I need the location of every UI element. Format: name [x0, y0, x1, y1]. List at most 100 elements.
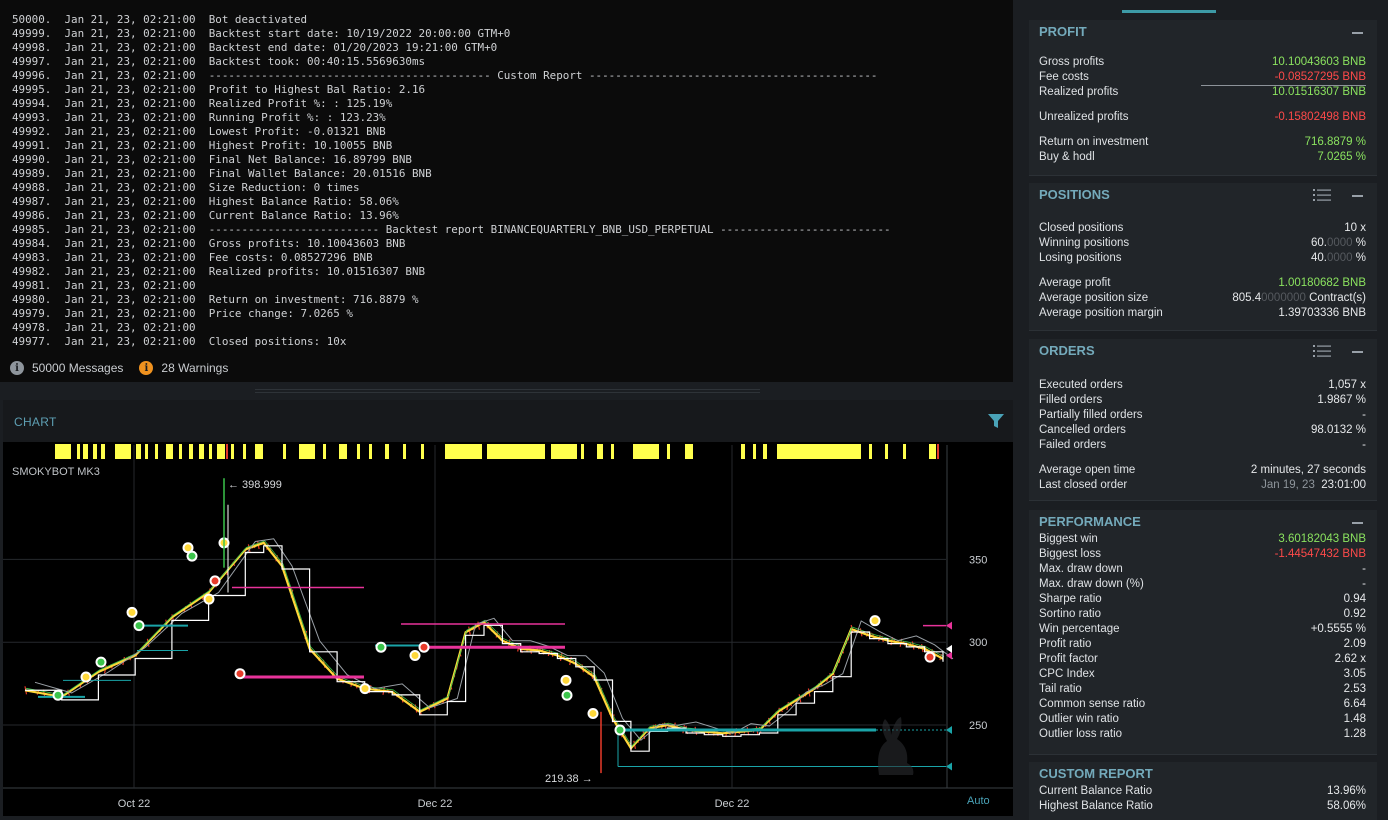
performance-label: Outlier win ratio	[1039, 713, 1119, 725]
info-icon[interactable]: i	[10, 361, 24, 375]
active-tab-indicator	[1122, 10, 1216, 13]
log-line: 49984. Jan 21, 23, 02:21:00 Gross profit…	[12, 237, 406, 250]
custom-report-title: CUSTOM REPORT	[1039, 766, 1153, 781]
performance-value: 0.94	[1343, 593, 1366, 605]
trade-marker-dot	[205, 595, 213, 603]
custom-report-label: Highest Balance Ratio	[1039, 800, 1153, 812]
positions-row: Closed positions 10 x	[1029, 221, 1377, 236]
activity-bar	[929, 444, 936, 459]
value-dim: 0000	[1326, 237, 1353, 249]
orders-header[interactable]: ORDERS	[1029, 339, 1377, 361]
profit-value: 10.01516307 BNB	[1272, 86, 1366, 98]
custom-report-section: CUSTOM REPORT Current Balance Ratio 13.96…	[1029, 762, 1377, 820]
trade-marker-dot	[188, 552, 196, 560]
log-panel: 50000. Jan 21, 23, 02:21:00 Bot deactiva…	[0, 0, 1013, 382]
performance-label: Profit factor	[1039, 653, 1098, 665]
performance-label: Biggest loss	[1039, 548, 1102, 560]
performance-label: Profit ratio	[1039, 638, 1092, 650]
collapse-icon[interactable]	[1352, 195, 1363, 197]
trade-marker-dot	[135, 622, 143, 630]
profit-row: Realized profits 10.01516307 BNB	[1029, 85, 1377, 100]
value-main: 60.	[1310, 237, 1327, 249]
performance-label: Sharpe ratio	[1039, 593, 1102, 605]
price-chart[interactable]: SMOKYBOT MK3 ← 398.999 219.38 → 350 300 250 Oc…	[3, 400, 1013, 816]
activity-bar	[369, 444, 372, 459]
activity-bar	[231, 444, 234, 459]
positions-title: POSITIONS	[1039, 187, 1110, 202]
profit-row: Return on investment 716.8879 %	[1029, 135, 1377, 150]
y-tick-label: 250	[969, 720, 987, 732]
log-line: 49986. Jan 21, 23, 02:21:00 Current Bala…	[12, 209, 399, 222]
value-main: 40.	[1310, 252, 1327, 264]
orders-label: Filled orders	[1039, 394, 1103, 406]
orders-label: Average open time	[1039, 464, 1136, 476]
activity-bar	[209, 444, 212, 459]
list-icon[interactable]	[1313, 343, 1331, 359]
trade-marker-dot	[377, 643, 385, 651]
positions-label: Average profit	[1039, 277, 1111, 289]
performance-row: Sortino ratio 0.92	[1029, 607, 1377, 622]
activity-bar	[869, 444, 872, 459]
performance-row: Profit factor 2.62 x	[1029, 652, 1377, 667]
log-line: 49991. Jan 21, 23, 02:21:00 Highest Prof…	[12, 139, 393, 152]
positions-value: 40.0000 %	[1311, 251, 1366, 266]
log-line: 49979. Jan 21, 23, 02:21:00 Price change…	[12, 307, 353, 320]
performance-value: 6.64	[1343, 698, 1366, 710]
activity-bar	[199, 444, 204, 459]
activity-bar	[445, 444, 482, 459]
activity-bar	[101, 444, 105, 459]
orders-value: 2 minutes, 27 seconds	[1250, 464, 1366, 476]
profit-row: Buy & hodl 7.0265 %	[1029, 150, 1377, 165]
log-line: 49987. Jan 21, 23, 02:21:00 Highest Bala…	[12, 195, 399, 208]
price-candles	[24, 540, 942, 751]
activity-bar	[357, 444, 360, 459]
activity-bar	[741, 444, 745, 459]
activity-bar	[166, 444, 173, 459]
activity-bar	[83, 444, 88, 459]
warning-icon[interactable]: i	[139, 361, 154, 375]
activity-bar	[55, 444, 71, 459]
panel-splitter[interactable]	[255, 389, 760, 393]
positions-header[interactable]: POSITIONS	[1029, 183, 1377, 205]
log-line: 49997. Jan 21, 23, 02:21:00 Backtest too…	[12, 55, 426, 68]
profit-row: Unrealized profits -0.15802498 BNB	[1029, 110, 1377, 125]
log-line: 49992. Jan 21, 23, 02:21:00 Lowest Profi…	[12, 125, 386, 138]
messages-count[interactable]: 50000 Messages	[32, 361, 123, 375]
orders-row: Executed orders 1,057 x	[1029, 378, 1377, 393]
performance-row: Max. draw down -	[1029, 562, 1377, 577]
list-icon[interactable]	[1313, 187, 1331, 203]
collapse-icon[interactable]	[1352, 522, 1363, 524]
performance-label: Common sense ratio	[1039, 698, 1146, 710]
log-line: 49995. Jan 21, 23, 02:21:00 Profit to Hi…	[12, 83, 426, 96]
profit-row: Fee costs -0.08527295 BNB	[1029, 70, 1377, 85]
positions-label: Average position size	[1039, 292, 1149, 304]
performance-value: -	[1362, 578, 1366, 590]
trade-marker-dot	[54, 691, 62, 699]
y-tick-label: 350	[969, 554, 987, 566]
activity-bar	[323, 444, 326, 459]
performance-row: Max. draw down (%) -	[1029, 577, 1377, 592]
orders-row: Cancelled orders 98.0132 %	[1029, 423, 1377, 438]
log-line: 49977. Jan 21, 23, 02:21:00 Closed posit…	[12, 335, 347, 348]
activity-bar	[581, 444, 584, 459]
performance-label: Biggest win	[1039, 533, 1098, 545]
performance-header[interactable]: PERFORMANCE	[1029, 510, 1377, 532]
orders-label: Partially filled orders	[1039, 409, 1143, 421]
activity-bar	[243, 444, 246, 459]
activity-bar	[283, 444, 286, 459]
warnings-count[interactable]: 28 Warnings	[161, 361, 228, 375]
collapse-icon[interactable]	[1352, 32, 1363, 34]
custom-report-header[interactable]: CUSTOM REPORT	[1029, 762, 1377, 784]
x-tick-label: Dec 22	[418, 798, 453, 810]
activity-bar	[885, 444, 888, 459]
performance-section: PERFORMANCE Biggest win 3.60182043 BNB Big…	[1029, 510, 1377, 755]
performance-row: Tail ratio 2.53	[1029, 682, 1377, 697]
activity-bar	[299, 444, 315, 459]
chart-panel: CHART SMOKYBOT MK3 ← 398.999 219.38 → 350 30…	[3, 400, 1013, 816]
custom-report-label: Current Balance Ratio	[1039, 785, 1153, 797]
value-unit: %	[1352, 252, 1366, 264]
performance-label: Sortino ratio	[1039, 608, 1102, 620]
log-line: 49996. Jan 21, 23, 02:21:00 ------------…	[12, 69, 878, 82]
collapse-icon[interactable]	[1352, 351, 1363, 353]
profit-header[interactable]: PROFIT	[1029, 20, 1377, 42]
